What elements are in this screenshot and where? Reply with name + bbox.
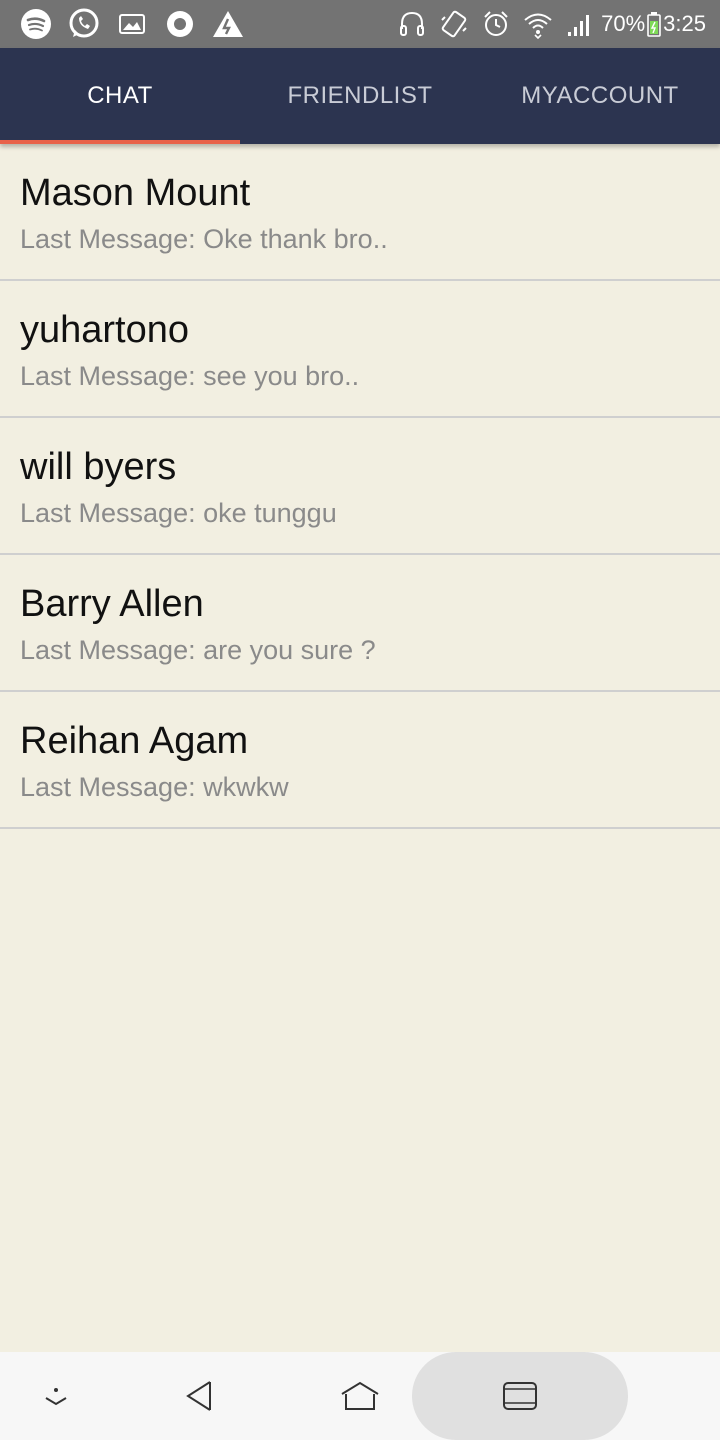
chat-last-message: Last Message: are you sure ?	[20, 635, 376, 665]
back-icon	[186, 1381, 211, 1411]
chat-last-message: Last Message: see you bro..	[20, 361, 360, 391]
tab-friendlist[interactable]: FRIENDLIST	[240, 48, 480, 144]
chat-list-item[interactable]: Barry Allen Last Message: are you sure ?	[0, 555, 720, 692]
back-button[interactable]	[160, 1352, 240, 1440]
chat-list: Mason Mount Last Message: Oke thank bro.…	[0, 144, 720, 829]
alarm-icon	[479, 7, 513, 41]
image-icon	[114, 6, 150, 42]
circle-app-icon	[162, 6, 198, 42]
system-icons: 70% 3:25	[387, 6, 706, 42]
tab-bar: CHAT FRIENDLIST MYACCOUNT	[0, 48, 720, 144]
chat-last-message: Last Message: Oke thank bro..	[20, 224, 388, 254]
recents-button[interactable]	[480, 1352, 560, 1440]
tab-chat[interactable]: CHAT	[0, 48, 240, 144]
battery-percent: 70%	[601, 11, 646, 36]
chat-last-message: Last Message: wkwkw	[20, 772, 289, 802]
clock: 3:25	[663, 11, 706, 36]
chat-list-item[interactable]: will byers Last Message: oke tunggu	[0, 418, 720, 555]
chat-list-item[interactable]: yuhartono Last Message: see you bro..	[0, 281, 720, 418]
headphones-icon	[395, 7, 429, 41]
hide-nav-icon	[45, 1388, 67, 1406]
chat-list-item[interactable]: Mason Mount Last Message: Oke thank bro.…	[0, 144, 720, 281]
chat-contact-name: Mason Mount	[20, 172, 251, 214]
home-icon	[341, 1381, 379, 1410]
notification-icons	[18, 6, 258, 42]
battery-icon	[647, 11, 661, 37]
wifi-icon	[521, 7, 555, 41]
home-button[interactable]	[320, 1352, 400, 1440]
recents-icon	[503, 1382, 537, 1410]
warning-icon	[210, 6, 246, 42]
whatsapp-icon	[66, 6, 102, 42]
spotify-icon	[18, 6, 54, 42]
tab-myaccount[interactable]: MYACCOUNT	[480, 48, 720, 144]
status-bar: 70% 3:25	[0, 0, 720, 48]
signal-icon	[563, 7, 597, 41]
hide-nav-button[interactable]	[16, 1352, 96, 1440]
chat-contact-name: Barry Allen	[20, 583, 204, 625]
navigation-bar	[0, 1352, 720, 1440]
vibrate-icon	[437, 7, 471, 41]
chat-last-message: Last Message: oke tunggu	[20, 498, 337, 528]
chat-contact-name: yuhartono	[20, 309, 190, 351]
chat-contact-name: will byers	[20, 446, 177, 488]
chat-contact-name: Reihan Agam	[20, 720, 249, 762]
chat-list-item[interactable]: Reihan Agam Last Message: wkwkw	[0, 692, 720, 829]
